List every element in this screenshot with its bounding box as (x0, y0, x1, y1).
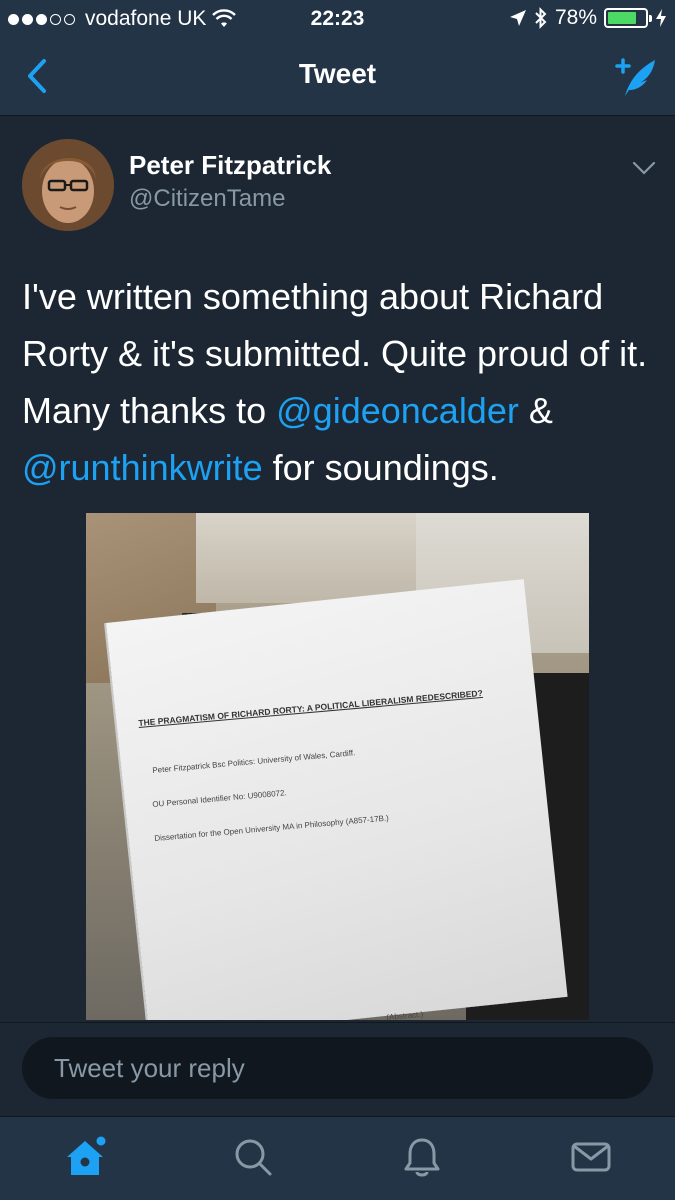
avatar[interactable] (22, 139, 114, 231)
battery-icon (604, 8, 652, 28)
notifications-icon[interactable] (400, 1135, 444, 1179)
search-icon[interactable] (231, 1135, 275, 1179)
battery-percent: 78% (554, 6, 597, 29)
tweet-text-part: & (518, 390, 553, 431)
tweet-detail-screen: vodafone UK 22:23 78% Tweet Peter Fitzpa… (0, 0, 675, 1200)
bluetooth-icon (535, 7, 547, 29)
author-name[interactable]: Peter Fitzpatrick (129, 150, 331, 181)
battery-level-fill (608, 12, 637, 24)
tab-bar (0, 1116, 675, 1200)
reply-area (0, 1022, 675, 1116)
reply-input[interactable] (22, 1037, 653, 1099)
tweet-photo[interactable]: THE PRAGMATISM OF RICHARD RORTY: A POLIT… (86, 513, 589, 1020)
chevron-down-icon[interactable] (630, 158, 658, 178)
status-bar: vodafone UK 22:23 78% (0, 0, 675, 38)
mention-link[interactable]: @runthinkwrite (22, 447, 263, 488)
navigation-bar: Tweet (0, 38, 675, 116)
photo-background-box (196, 513, 426, 603)
tweet-text: I've written something about Richard Ror… (22, 268, 652, 496)
mention-link[interactable]: @gideoncalder (276, 390, 519, 431)
charging-bolt-icon (656, 9, 666, 27)
tweet-text-part: for soundings. (262, 447, 499, 488)
location-arrow-icon (509, 10, 526, 26)
status-bar-right: 78% (509, 6, 667, 30)
home-icon[interactable] (63, 1135, 107, 1179)
avatar-photo (22, 139, 114, 231)
page-title: Tweet (298, 58, 377, 89)
compose-tweet-icon[interactable] (611, 52, 659, 100)
messages-icon[interactable] (569, 1135, 613, 1179)
author-handle[interactable]: @CitizenTame (129, 185, 285, 213)
